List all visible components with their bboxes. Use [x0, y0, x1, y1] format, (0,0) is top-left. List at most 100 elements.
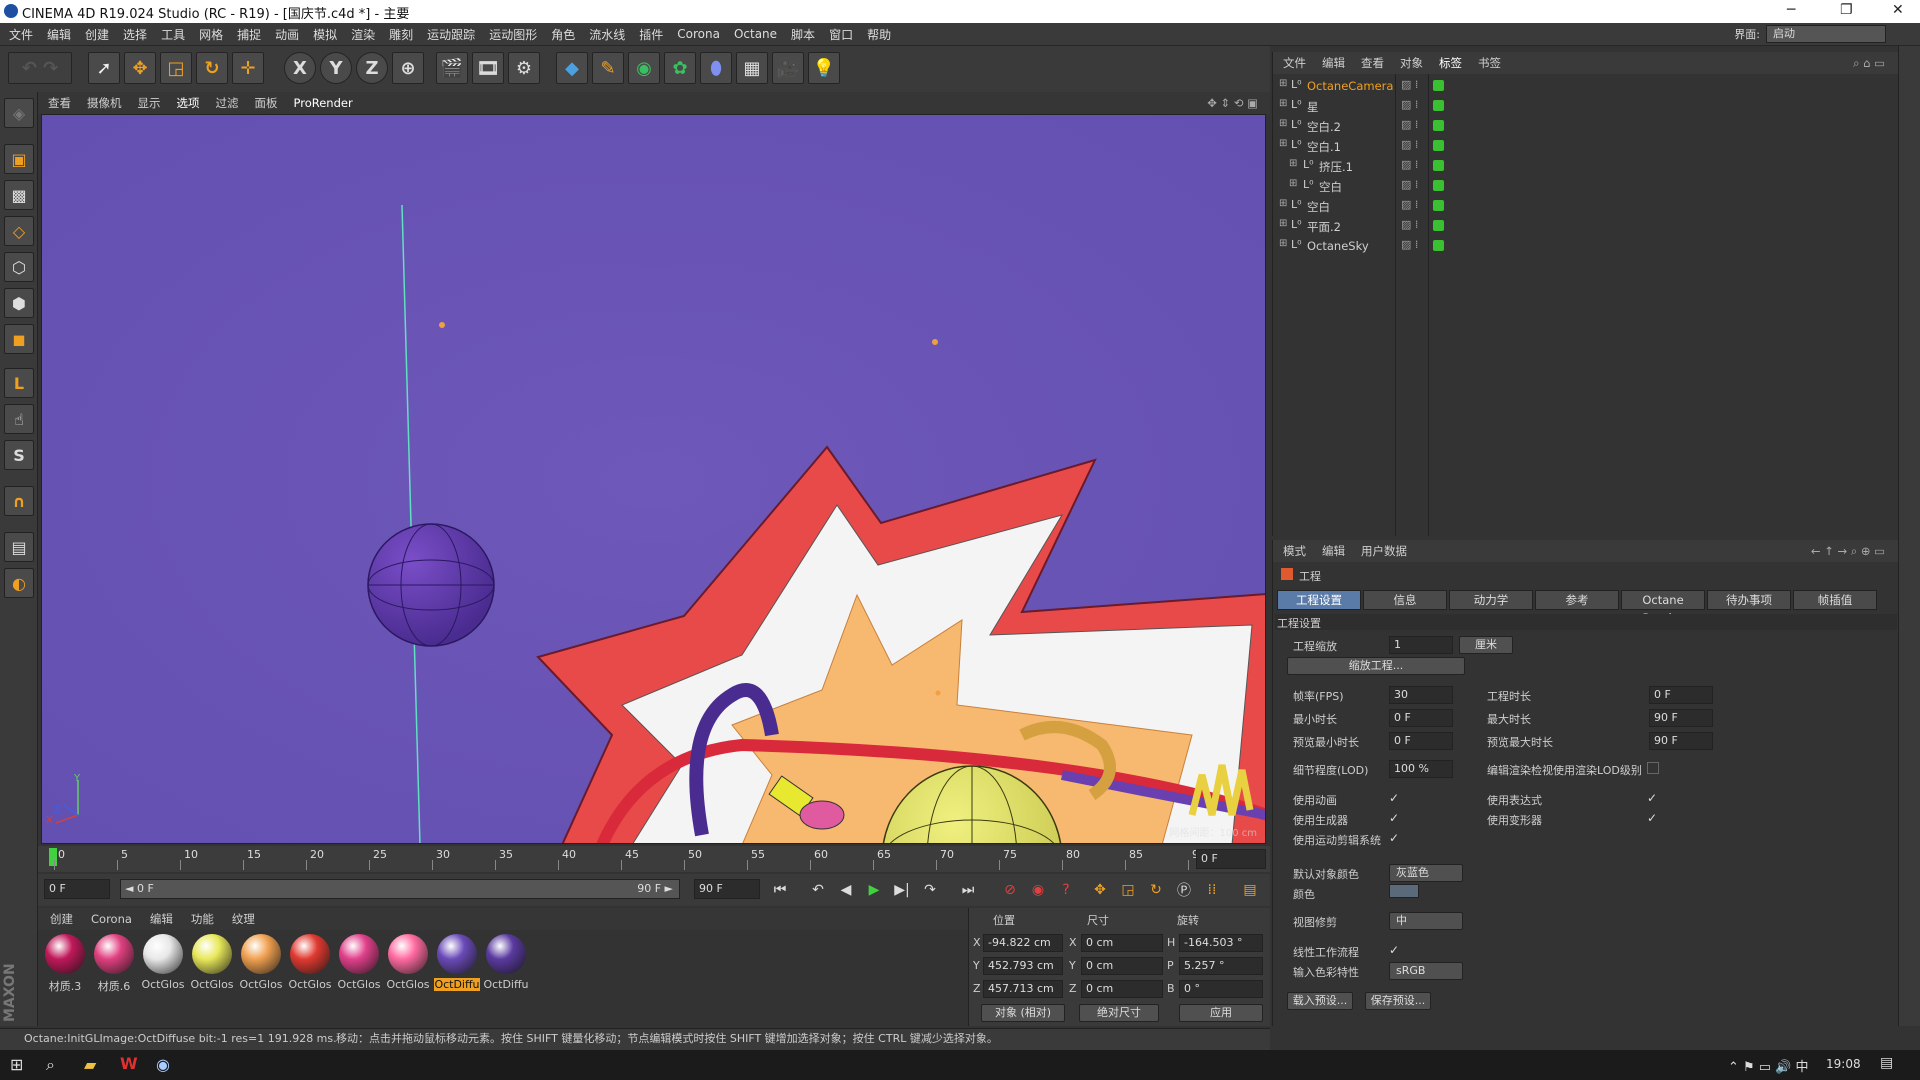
tray-icons[interactable]: ⌃ ⚑ ▭ 🔊 中	[1728, 1056, 1809, 1075]
next-key-icon[interactable]: ↷	[918, 878, 942, 902]
preview-max-field[interactable]: 90 F	[1649, 732, 1713, 750]
scale-tool-icon[interactable]: ◲	[160, 52, 192, 84]
expand-icon[interactable]: ⊞	[1279, 198, 1287, 209]
menu-character[interactable]: 角色	[551, 26, 575, 43]
move-tool-icon[interactable]: ✥	[124, 52, 156, 84]
polygon-mode-icon[interactable]: ◼	[4, 324, 34, 354]
rotation-field[interactable]: 5.257 °	[1179, 957, 1263, 975]
mat-menu-texture[interactable]: 纹理	[232, 911, 255, 927]
menu-help[interactable]: 帮助	[867, 26, 891, 43]
attr-tab[interactable]: 待办事项	[1707, 590, 1791, 610]
right-tab-strip[interactable]	[1898, 46, 1920, 1026]
material-item[interactable]: OctGlos	[140, 934, 186, 991]
menu-octane[interactable]: Octane	[734, 27, 777, 41]
y-axis-lock-button[interactable]: Y	[320, 52, 352, 84]
default-color-dropdown[interactable]: 灰蓝色	[1389, 864, 1463, 882]
render-picture-viewer-icon[interactable]: 🎞	[472, 52, 504, 84]
visibility-icon[interactable]: ▨ ⁞	[1401, 218, 1418, 231]
z-axis-lock-button[interactable]: Z	[356, 52, 388, 84]
material-item[interactable]: OctGlos	[189, 934, 235, 991]
visibility-icon[interactable]: ▨ ⁞	[1401, 238, 1418, 251]
next-frame-icon[interactable]: ▶|	[890, 878, 914, 902]
scale-project-button[interactable]: 缩放工程...	[1287, 657, 1465, 675]
undo-redo-icon[interactable]: ↶ ↷	[8, 52, 72, 84]
material-item[interactable]: OctDiffu	[483, 934, 529, 991]
axis-mode-icon[interactable]: L	[4, 368, 34, 398]
close-button[interactable]: ✕	[1892, 2, 1904, 18]
visibility-icon[interactable]: ▨ ⁞	[1401, 158, 1418, 171]
workplane-mode-icon[interactable]: ◇	[4, 216, 34, 246]
record-icon[interactable]: ⊘	[998, 878, 1022, 902]
expand-icon[interactable]: ⊞	[1289, 158, 1297, 169]
attr-tab[interactable]: 参考	[1535, 590, 1619, 610]
om-menu-bookmarks[interactable]: 书签	[1478, 55, 1501, 71]
om-search-icon[interactable]: ⌕ ⌂ ▭	[1853, 56, 1885, 71]
visibility-icon[interactable]: ▨ ⁞	[1401, 98, 1418, 111]
menu-corona[interactable]: Corona	[677, 27, 720, 41]
cinema4d-taskbar-icon[interactable]: ◉	[156, 1055, 170, 1074]
material-item[interactable]: OctGlos	[287, 934, 333, 991]
tag-icon[interactable]	[1433, 140, 1444, 151]
visibility-icon[interactable]: ▨ ⁞	[1401, 138, 1418, 151]
attr-tab[interactable]: Octane Render	[1621, 590, 1705, 625]
tag-icon[interactable]	[1433, 220, 1444, 231]
min-frame-field[interactable]: 0 F	[44, 879, 110, 899]
om-menu-file[interactable]: 文件	[1283, 55, 1306, 71]
render-settings-icon[interactable]: ⚙	[508, 52, 540, 84]
texture-mode-icon[interactable]: ▩	[4, 180, 34, 210]
go-to-end-icon[interactable]: ⏭	[956, 878, 980, 902]
max-time-field[interactable]: 90 F	[1649, 709, 1713, 727]
scale-field[interactable]: 1	[1389, 636, 1453, 654]
menu-sculpt[interactable]: 雕刻	[389, 26, 413, 43]
menu-create[interactable]: 创建	[85, 26, 109, 43]
menu-window[interactable]: 窗口	[829, 26, 853, 43]
visibility-icon[interactable]: ▨ ⁞	[1401, 118, 1418, 131]
menu-animate[interactable]: 动画	[275, 26, 299, 43]
tag-icon[interactable]	[1433, 80, 1444, 91]
menu-simulate[interactable]: 模拟	[313, 26, 337, 43]
search-icon[interactable]: ⌕	[46, 1055, 55, 1075]
use-generator-checkbox[interactable]: ✓	[1389, 812, 1401, 824]
visibility-icon[interactable]: ▨ ⁞	[1401, 78, 1418, 91]
key-position-icon[interactable]: ✥	[1088, 878, 1112, 902]
object-row[interactable]: ⊞ L⁰ OctaneSky ▨ ⁞	[1273, 236, 1899, 256]
material-item[interactable]: OctDiffu	[434, 934, 480, 991]
folder-icon[interactable]: ▰	[84, 1055, 96, 1074]
minimize-button[interactable]: ─	[1787, 2, 1795, 18]
apply-button[interactable]: 应用	[1179, 1004, 1263, 1022]
attr-tab[interactable]: 动力学	[1449, 590, 1533, 610]
range-slider[interactable]: ◄ 0 F 90 F ►	[120, 879, 680, 899]
size-field[interactable]: 0 cm	[1081, 980, 1163, 998]
workplane-icon[interactable]: ▤	[4, 532, 34, 562]
om-menu-tags[interactable]: 标签	[1439, 55, 1462, 71]
point-mode-icon[interactable]: ⬡	[4, 252, 34, 282]
menu-script[interactable]: 脚本	[791, 26, 815, 43]
pen-spline-icon[interactable]: ✎	[592, 52, 624, 84]
attr-tab[interactable]: 工程设置	[1277, 590, 1361, 610]
magnet-icon[interactable]: ∩	[4, 486, 34, 516]
input-color-profile-dropdown[interactable]: sRGB	[1389, 962, 1463, 980]
coordinate-system-icon[interactable]: ⊕	[392, 52, 424, 84]
start-icon[interactable]: ⊞	[10, 1055, 23, 1074]
vp-menu-cameras[interactable]: 摄像机	[87, 95, 122, 111]
go-to-start-icon[interactable]: ⏮	[768, 878, 792, 902]
cube-primitive-icon[interactable]: ◆	[556, 52, 588, 84]
layout-dropdown[interactable]: 启动	[1766, 25, 1886, 43]
tag-icon[interactable]	[1433, 160, 1444, 171]
om-menu-view[interactable]: 查看	[1361, 55, 1384, 71]
attr-tab[interactable]: 帧插值	[1793, 590, 1877, 610]
camera-icon[interactable]: 🎥	[772, 52, 804, 84]
prev-frame-icon[interactable]: ◀	[834, 878, 858, 902]
save-preset-button[interactable]: 保存预设...	[1365, 992, 1431, 1010]
timeline-ruler[interactable]: 051015202530354045505560657075808590 0 F	[38, 846, 1270, 872]
attr-tab[interactable]: 信息	[1363, 590, 1447, 610]
size-field[interactable]: 0 cm	[1081, 957, 1163, 975]
object-row[interactable]: ⊞ L⁰ 平面.2 ▨ ⁞	[1273, 216, 1899, 236]
object-row[interactable]: ⊞ L⁰ 空白 ▨ ⁞	[1273, 176, 1899, 196]
linear-workflow-checkbox[interactable]: ✓	[1389, 944, 1401, 956]
mat-menu-function[interactable]: 功能	[191, 911, 214, 927]
material-item[interactable]: 材质.3	[42, 934, 88, 994]
play-icon[interactable]: ▶	[862, 878, 886, 902]
rotate-tool-icon[interactable]: ↻	[196, 52, 228, 84]
material-item[interactable]: 材质.6	[91, 934, 137, 994]
